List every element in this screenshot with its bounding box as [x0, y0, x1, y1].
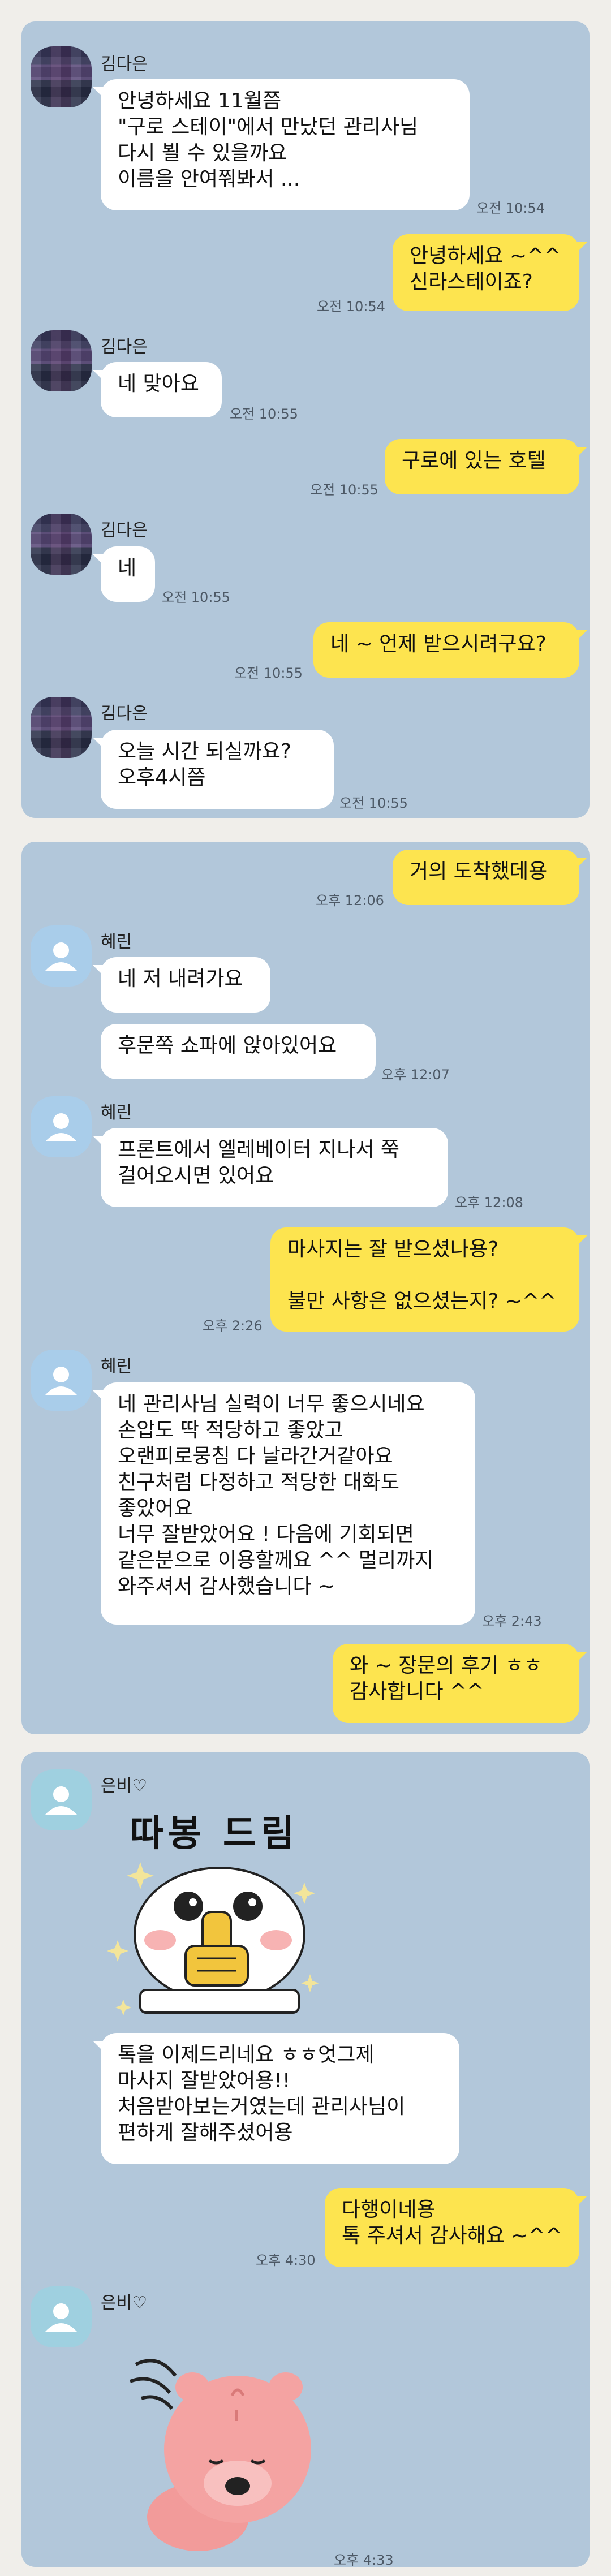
sender-name: 혜린: [101, 1356, 132, 1376]
message-bubble[interactable]: 네 ~ 언제 받으시려구요?: [313, 622, 587, 678]
message-bubble[interactable]: 다행이네용 톡 주셔서 감사해요 ~^^: [325, 2188, 587, 2267]
message-time: 오전 10:55: [230, 406, 298, 422]
avatar[interactable]: [31, 1769, 92, 1830]
default-avatar-icon: [45, 942, 77, 971]
message-time: 오후 2:43: [482, 1613, 542, 1629]
sender-name: 김다은: [101, 337, 148, 357]
avatar[interactable]: [31, 330, 92, 391]
avatar[interactable]: [31, 46, 92, 107]
avatar[interactable]: [31, 1096, 92, 1157]
pink-bear-sticker-icon[interactable]: [124, 2342, 328, 2557]
avatar[interactable]: [31, 697, 92, 758]
message-bubble[interactable]: 네 맞아요: [93, 362, 222, 417]
message-time: 오후 4:33: [334, 2552, 394, 2568]
default-avatar-icon: [45, 1113, 77, 1141]
avatar[interactable]: [31, 514, 92, 575]
sender-name: 은비♡: [101, 2293, 148, 2313]
message-time: 오후 4:30: [256, 2252, 316, 2268]
message-bubble[interactable]: 안녕하세요 ~^^ 신라스테이죠?: [393, 234, 587, 311]
sender-name: 김다은: [101, 704, 148, 723]
sender-name: 김다은: [101, 54, 148, 74]
message-time: 오전 10:55: [234, 665, 303, 681]
message-time: 오후 12:08: [455, 1195, 523, 1211]
sender-name: 은비♡: [101, 1776, 148, 1796]
default-avatar-icon: [45, 1786, 77, 1815]
message-bubble[interactable]: 네: [93, 546, 155, 602]
message-bubble[interactable]: 프론트에서 엘레베이터 지나서 쭉 걸어오시면 있어요: [93, 1128, 448, 1207]
message-bubble[interactable]: 네 저 내려가요: [93, 957, 270, 1013]
message-time: 오후 2:26: [203, 1318, 263, 1334]
message-bubble[interactable]: 안녕하세요 11월쯤 "구로 스테이"에서 만났던 관리사님 다시 뵐 수 있을…: [93, 79, 470, 210]
message-time: 오전 10:54: [476, 200, 545, 216]
avatar[interactable]: [31, 2286, 92, 2347]
message-time: 오전 10:55: [339, 795, 408, 811]
message-bubble[interactable]: 마사지는 잘 받으셨나용? 불만 사항은 없으셨는지? ~^^: [270, 1227, 587, 1332]
avatar[interactable]: [31, 925, 92, 987]
message-time: 오후 12:07: [381, 1067, 450, 1083]
avatar[interactable]: [31, 1350, 92, 1411]
sender-name: 혜린: [101, 1103, 132, 1123]
default-avatar-icon: [45, 1367, 77, 1395]
message-bubble[interactable]: 구로에 있는 호텔: [385, 439, 587, 494]
message-bubble[interactable]: 와 ~ 장문의 후기 ㅎㅎ 감사합니다 ^^: [333, 1644, 587, 1723]
message-bubble[interactable]: 톡을 이제드리네요 ㅎㅎ엇그제 마사지 잘받았어용!! 처음받아보는거였는데 관…: [93, 2033, 459, 2164]
thumbs-up-sticker-icon[interactable]: [101, 1850, 350, 2025]
message-time: 오전 10:55: [310, 482, 378, 498]
sticker-title: 따봉 드림: [130, 1813, 299, 1855]
sender-name: 김다은: [101, 520, 148, 540]
message-time: 오후 12:06: [316, 893, 384, 908]
message-bubble[interactable]: 거의 도착했데용: [393, 850, 587, 905]
message-time: 오전 10:55: [162, 589, 230, 605]
message-bubble[interactable]: 네 관리사님 실력이 너무 좋으시네요 손압도 딱 적당하고 좋았고 오랜피로뭉…: [93, 1382, 475, 1625]
message-bubble[interactable]: 후문쪽 쇼파에 앉아있어요: [101, 1024, 376, 1079]
sender-name: 혜린: [101, 932, 132, 952]
message-bubble[interactable]: 오늘 시간 되실까요? 오후4시쯤: [93, 730, 334, 809]
default-avatar-icon: [45, 2303, 77, 2332]
message-time: 오전 10:54: [317, 299, 385, 315]
